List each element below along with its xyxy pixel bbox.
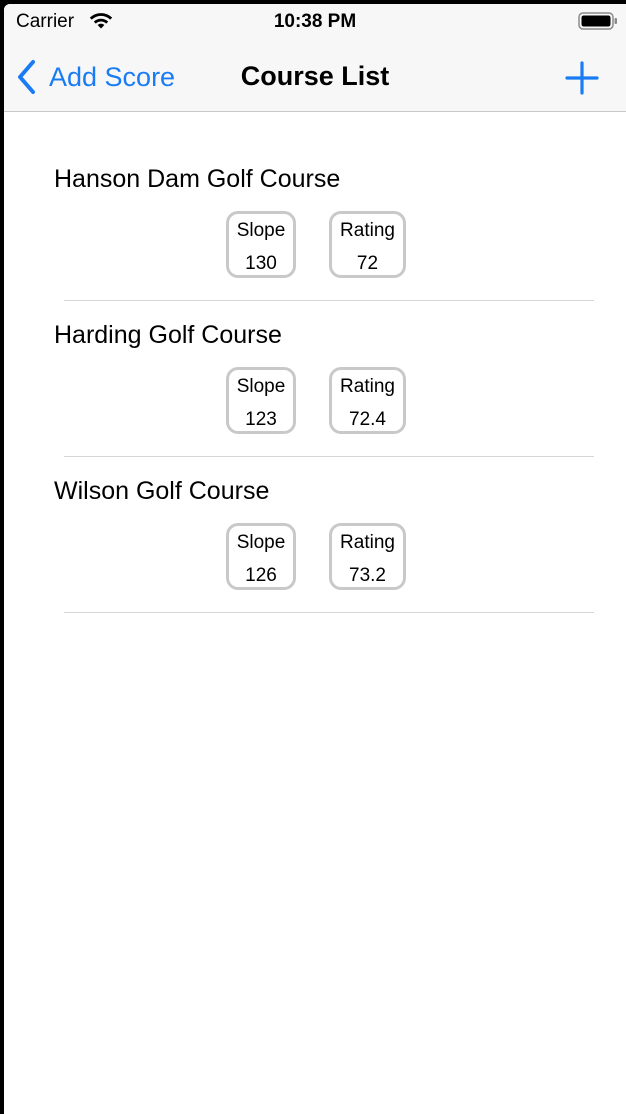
rating-value: 73.2: [349, 565, 386, 586]
rating-label: Rating: [340, 376, 395, 397]
slope-label: Slope: [236, 376, 286, 397]
rating-label: Rating: [340, 220, 395, 241]
slope-value: 126: [245, 565, 277, 586]
slope-box: Slope 126: [226, 523, 296, 590]
course-name: Hanson Dam Golf Course: [54, 165, 341, 193]
row-divider: [64, 612, 594, 613]
status-bar: Carrier 10:38 PM: [4, 4, 626, 40]
battery-icon: [578, 12, 617, 30]
slope-label: Slope: [236, 220, 286, 241]
rating-box: Rating 73.2: [329, 523, 406, 590]
course-row[interactable]: Harding Golf Course Slope 123 Rating 72.…: [4, 268, 626, 457]
course-name: Harding Golf Course: [54, 321, 282, 349]
slope-label: Slope: [236, 532, 286, 553]
course-row[interactable]: Wilson Golf Course Slope 126 Rating 73.2: [4, 424, 626, 613]
add-course-button[interactable]: [564, 60, 600, 96]
page-title: Course List: [240, 61, 390, 91]
course-name: Wilson Golf Course: [54, 477, 270, 505]
header: Carrier 10:38 PM Add Score Course List: [4, 4, 626, 112]
rating-label: Rating: [340, 532, 395, 553]
status-time: 10:38 PM: [273, 11, 357, 32]
navigation-bar: Add Score Course List: [4, 44, 626, 110]
plus-icon: [565, 61, 599, 95]
app-screen: Carrier 10:38 PM Add Score Course List H…: [4, 4, 626, 1114]
course-row[interactable]: Hanson Dam Golf Course Slope 130 Rating …: [4, 112, 626, 301]
